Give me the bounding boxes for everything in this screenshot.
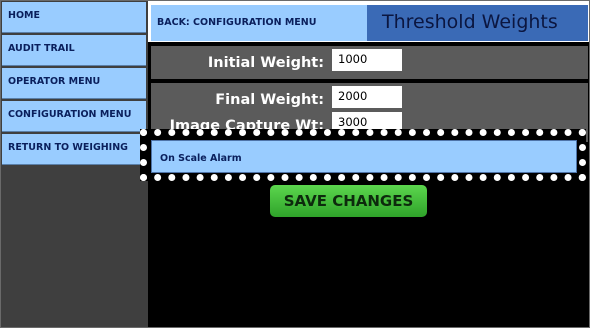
initial-weight-row: Initial Weight: 1000 — [151, 46, 588, 79]
sidebar: HOME AUDIT TRAIL OPERATOR MENU CONFIGURA… — [1, 1, 148, 327]
on-scale-alarm-item[interactable]: On Scale Alarm — [151, 140, 577, 173]
header-bar: BACK: CONFIGURATION MENU Threshold Weigh… — [148, 1, 589, 42]
save-changes-button[interactable]: SAVE CHANGES — [270, 185, 427, 217]
nav-operator-menu-button[interactable]: OPERATOR MENU — [2, 68, 146, 99]
nav-return-to-weighing-button[interactable]: RETURN TO WEIGHING — [2, 134, 146, 165]
initial-weight-input[interactable]: 1000 — [332, 49, 402, 71]
back-configuration-menu-button[interactable]: BACK: CONFIGURATION MENU — [151, 5, 367, 41]
final-weight-label: Final Weight: — [215, 92, 324, 108]
nav-audit-trail-button[interactable]: AUDIT TRAIL — [2, 35, 146, 66]
app-window: HOME AUDIT TRAIL OPERATOR MENU CONFIGURA… — [0, 0, 590, 328]
final-weight-input[interactable]: 2000 — [332, 86, 402, 108]
nav-home-button[interactable]: HOME — [2, 2, 146, 33]
nav-configuration-menu-button[interactable]: CONFIGURATION MENU — [2, 101, 146, 132]
initial-weight-label: Initial Weight: — [207, 55, 324, 71]
page-title: Threshold Weights — [367, 5, 588, 41]
